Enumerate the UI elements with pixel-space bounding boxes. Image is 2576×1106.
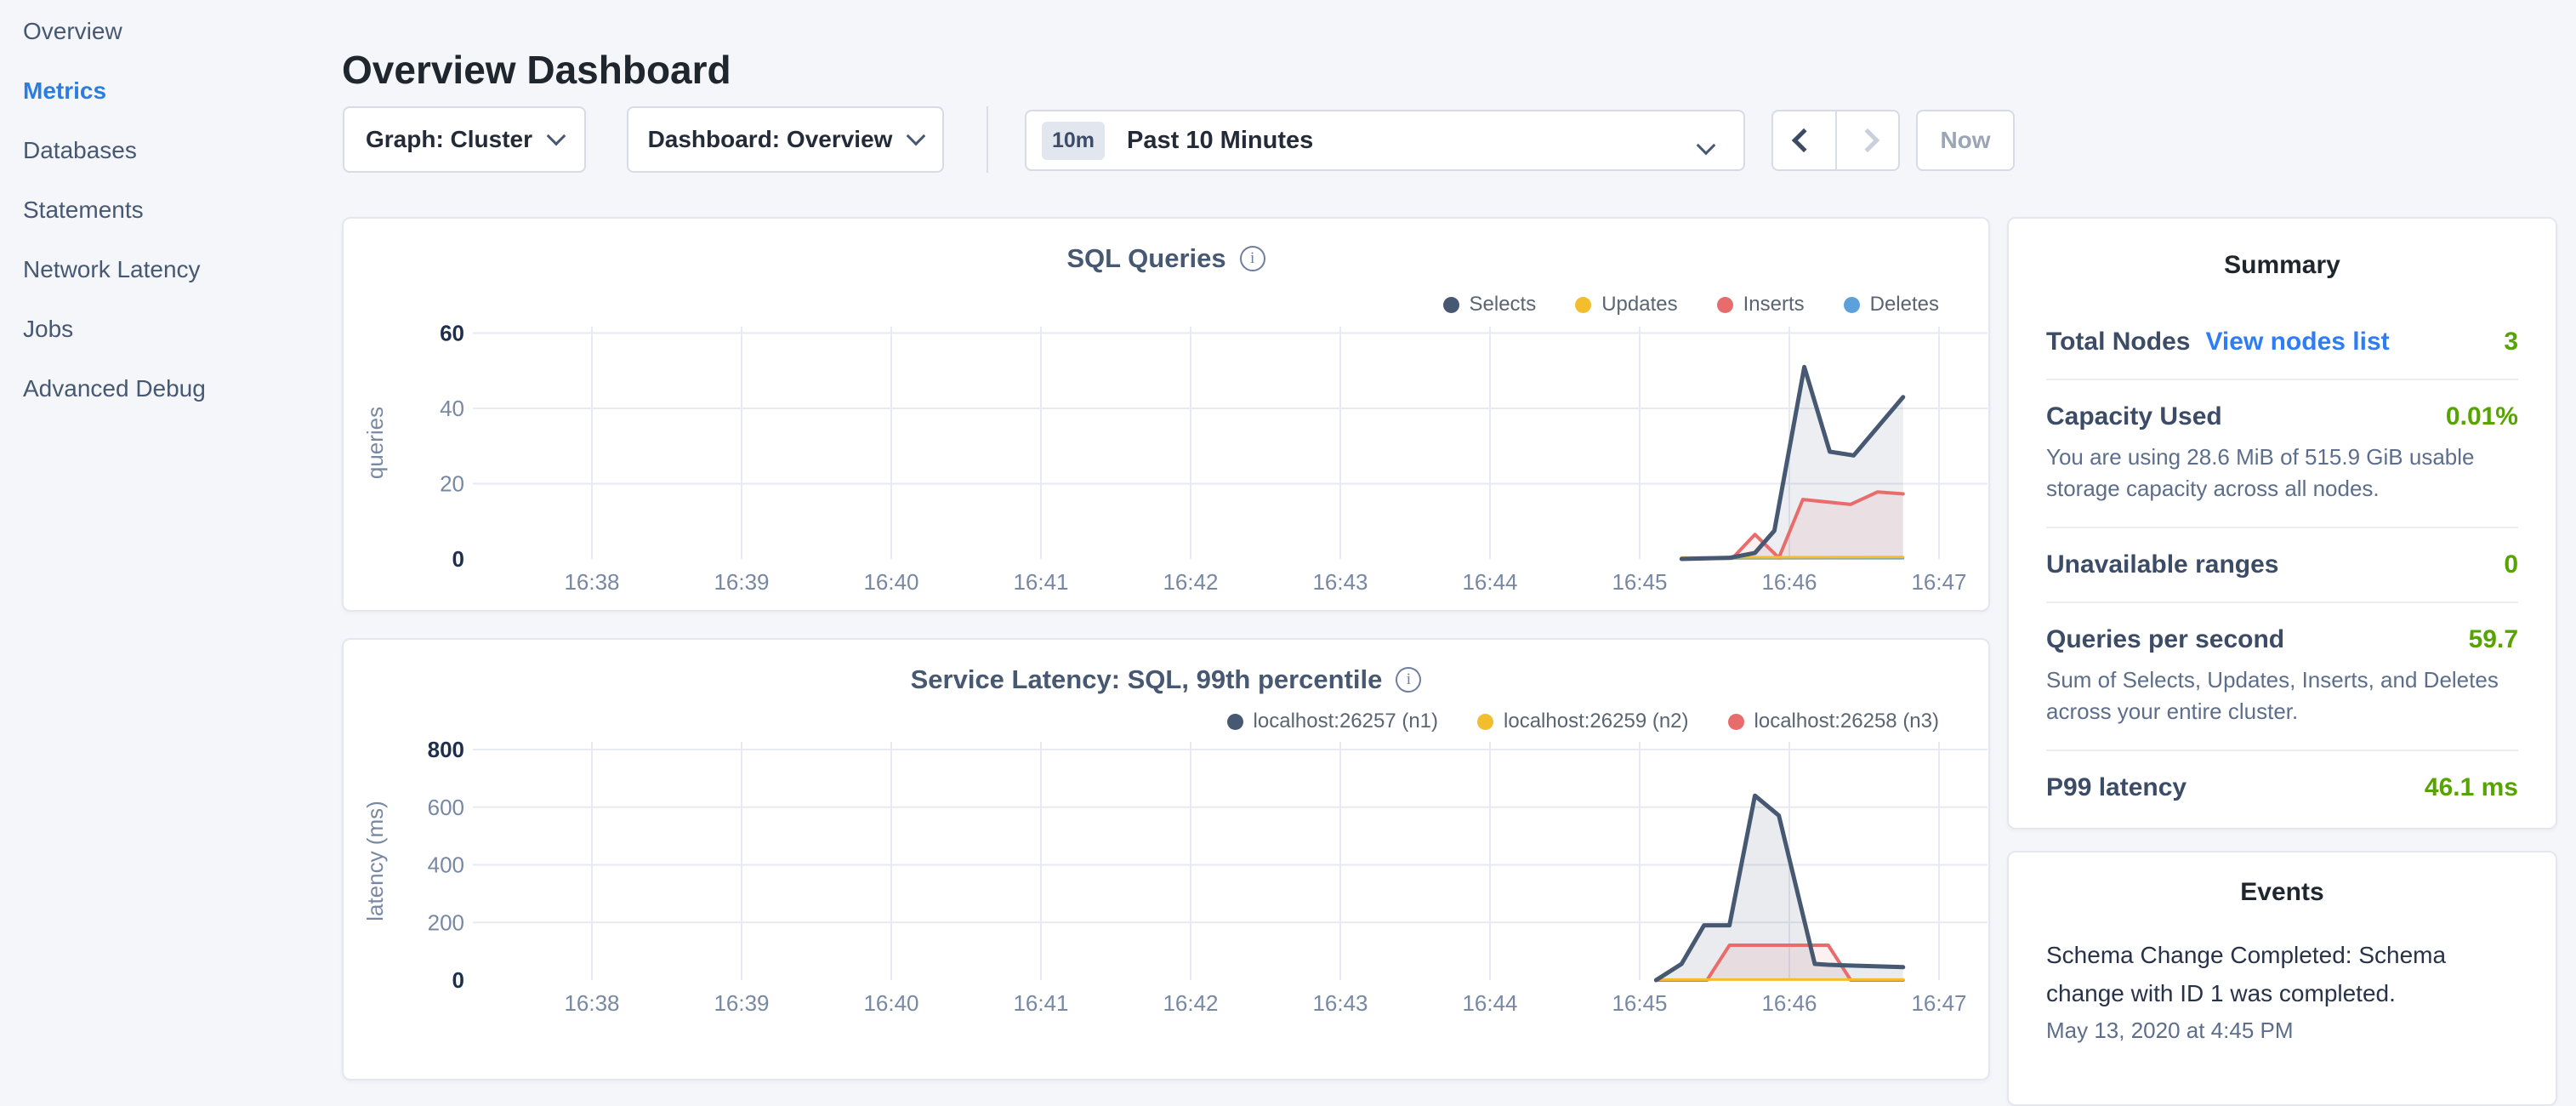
chevron-left-icon [1792,128,1816,152]
events-panel: Events Schema Change Completed: Schema c… [2007,851,2557,1106]
y-axis-tick-label: 0 [452,546,464,572]
summary-panel: Summary Total Nodes View nodes list 3 Capac… [2007,217,2557,830]
y-axis-title: queries [362,407,388,479]
y-axis-tick-label: 20 [440,471,464,497]
sidebar-item-databases[interactable]: Databases [0,121,340,180]
step-back-button[interactable] [1773,111,1835,169]
summary-row-value: 3 [2504,328,2518,356]
x-axis-tick-label: 16:47 [1911,990,1966,1016]
summary-row-value: 46.1 ms [2425,773,2518,802]
y-axis-title: latency (ms) [362,801,388,921]
x-axis-tick-label: 16:46 [1761,569,1817,595]
dashboard-label: Dashboard: Overview [648,126,893,153]
y-axis-tick-label: 400 [428,852,464,878]
y-axis-tick-label: 40 [440,396,464,421]
x-axis-tick-label: 16:41 [1013,990,1068,1016]
sidebar-item-metrics[interactable]: Metrics [0,61,340,121]
series-area-Selects [1681,367,1902,559]
y-axis-tick-label: 200 [428,909,464,935]
x-axis-tick-label: 16:44 [1462,990,1517,1016]
time-range-dropdown[interactable]: 10m Past 10 Minutes [1025,110,1745,171]
y-axis-tick-label: 600 [428,795,464,820]
events-list: Schema Change Completed: Schema change w… [2046,936,2518,1044]
step-forward-button[interactable] [1837,111,1899,169]
summary-row-label: P99 latency [2046,773,2186,802]
event-text: Schema Change Completed: Schema change w… [2046,936,2518,1012]
event-timestamp: May 13, 2020 at 4:45 PM [2046,1018,2518,1044]
now-button[interactable]: Now [1916,110,2015,171]
y-axis-tick-label: 0 [452,967,464,993]
summary-row-capacity-used: Capacity Used 0.01% You are using 28.6 MiB… [2046,380,2518,528]
summary-row-label: Capacity Used [2046,402,2222,431]
chevron-down-icon [547,127,566,146]
summary-row-label: Queries per second [2046,625,2284,654]
sql-queries-chart: 0 20 40 60 16:38 16:39 16:40 16:41 16:42 16:43 16:… [342,217,1990,612]
x-axis-tick-label: 16:45 [1612,990,1667,1016]
x-axis-tick-label: 16:42 [1163,569,1218,595]
sidebar-item-jobs[interactable]: Jobs [0,299,340,359]
x-axis-tick-label: 16:43 [1312,569,1368,595]
x-axis-tick-label: 16:43 [1312,990,1368,1016]
sidebar-item-advanced-debug[interactable]: Advanced Debug [0,359,340,419]
summary-row-total-nodes: Total Nodes View nodes list 3 [2046,305,2518,380]
summary-row-p99-latency: P99 latency 46.1 ms [2046,751,2518,824]
view-nodes-list-link[interactable]: View nodes list [2205,328,2389,356]
x-axis-tick-label: 16:38 [564,990,619,1016]
graph-scope-label: Graph: Cluster [366,126,532,153]
x-axis-tick-label: 16:39 [714,569,769,595]
x-axis-tick-label: 16:41 [1013,569,1068,595]
summary-row-value: 0 [2504,550,2518,579]
x-axis-tick-label: 16:40 [863,569,918,595]
summary-row-label: Unavailable ranges [2046,550,2278,579]
time-step-buttons [1771,110,1900,171]
summary-panel-title: Summary [2046,251,2518,280]
summary-row-value: 59.7 [2469,625,2518,654]
x-axis-tick-label: 16:45 [1612,569,1667,595]
service-latency-chart: 0 200 400 600 800 16:38 16:39 16:40 16:41 16:42 16… [342,638,1990,1052]
time-range-badge: 10m [1042,122,1105,160]
summary-row-value: 0.01% [2446,402,2518,431]
sidebar-nav-list: OverviewMetricsDatabasesStatementsNetwor… [0,0,340,419]
sidebar-item-overview[interactable]: Overview [0,2,340,61]
summary-rows: Total Nodes View nodes list 3 Capacity Used… [2046,305,2518,824]
graph-scope-dropdown[interactable]: Graph: Cluster [343,106,586,173]
summary-row-queries-per-second: Queries per second 59.7 Sum of Selects, Up… [2046,603,2518,751]
dashboard-dropdown[interactable]: Dashboard: Overview [627,106,944,173]
x-axis-tick-label: 16:47 [1911,569,1966,595]
events-panel-title: Events [2046,878,2518,907]
time-range-label: Past 10 Minutes [1127,127,1313,155]
summary-row-description: Sum of Selects, Updates, Inserts, and De… [2046,664,2518,727]
chevron-down-icon [1697,136,1716,156]
y-axis-tick-label: 60 [440,321,464,346]
page-title: Overview Dashboard [342,47,731,93]
x-axis-tick-label: 16:39 [714,990,769,1016]
sidebar-item-statements[interactable]: Statements [0,180,340,240]
sidebar: OverviewMetricsDatabasesStatementsNetwor… [0,0,340,1052]
summary-row-description: You are using 28.6 MiB of 515.9 GiB usab… [2046,442,2518,505]
summary-row-unavailable-ranges: Unavailable ranges 0 [2046,528,2518,603]
x-axis-tick-label: 16:38 [564,569,619,595]
summary-row-label: Total Nodes [2046,328,2190,356]
x-axis-tick-label: 16:42 [1163,990,1218,1016]
x-axis-tick-label: 16:40 [863,990,918,1016]
x-axis-tick-label: 16:46 [1761,990,1817,1016]
sidebar-item-network-latency[interactable]: Network Latency [0,240,340,299]
x-axis-tick-label: 16:44 [1462,569,1517,595]
y-axis-tick-label: 800 [428,737,464,762]
chevron-down-icon [907,127,926,146]
toolbar-divider [987,106,988,173]
chevron-right-icon [1856,128,1879,152]
